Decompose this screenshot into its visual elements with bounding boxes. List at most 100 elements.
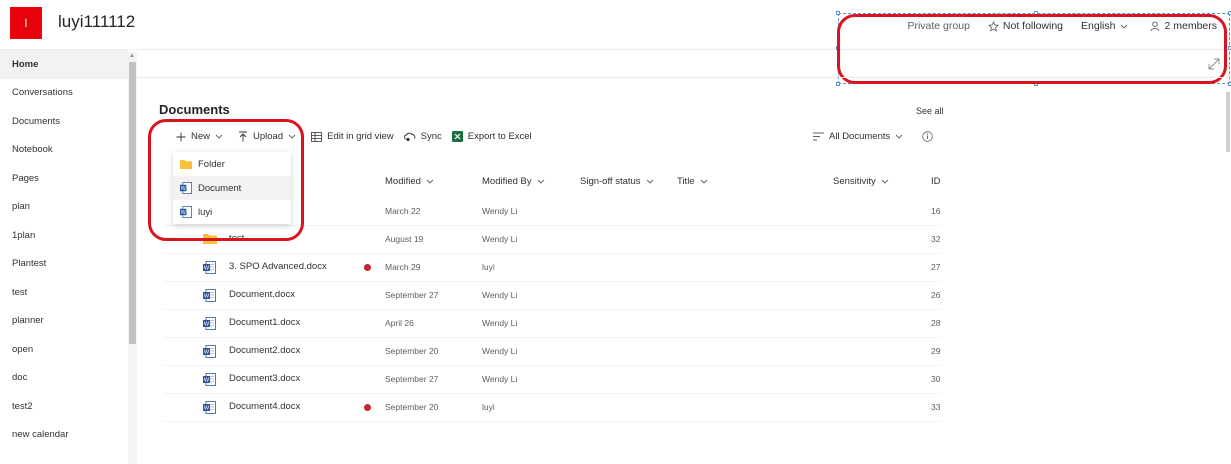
chevron-down-icon [700, 179, 707, 184]
view-controls: All Documents [813, 131, 933, 142]
excel-icon [451, 131, 463, 142]
documents-title: Documents [159, 102, 230, 117]
svg-text:W: W [204, 322, 210, 328]
sync-button[interactable]: Sync [403, 131, 442, 142]
chevron-down-icon [537, 179, 544, 184]
info-icon[interactable] [922, 131, 933, 142]
column-modified[interactable]: Modified [385, 176, 434, 187]
modified-by: Wendy Li [482, 206, 518, 216]
site-logo-letter: l [24, 16, 28, 30]
item-id: 29 [931, 346, 941, 356]
modified-by: Wendy Li [482, 318, 518, 328]
highlight-oval-new-menu [148, 119, 304, 241]
column-id[interactable]: ID [931, 176, 941, 187]
nav-item-documents[interactable]: Documents [0, 107, 128, 136]
nav-item-test2[interactable]: test2 [0, 392, 128, 421]
column-signoff-status[interactable]: Sign-off status [580, 176, 654, 187]
table-row[interactable]: W Document1.docx April 26 Wendy Li 28 [164, 310, 941, 338]
see-all-link[interactable]: See all [916, 106, 944, 116]
modified-by: Wendy Li [482, 346, 518, 356]
table-row[interactable]: W Document2.docx September 20 Wendy Li 2… [164, 338, 941, 366]
column-title[interactable]: Title [677, 176, 708, 187]
word-icon: W [203, 401, 216, 414]
modified-date: September 20 [385, 402, 439, 412]
checkout-status-icon [364, 264, 371, 271]
word-icon: W [203, 289, 216, 302]
file-name[interactable]: Document2.docx [229, 345, 300, 356]
nav-item-planner[interactable]: planner [0, 307, 128, 336]
word-icon: W [203, 317, 216, 330]
modified-date: September 27 [385, 290, 439, 300]
item-id: 16 [931, 206, 941, 216]
chevron-down-icon [881, 179, 889, 184]
nav-item-test[interactable]: test [0, 278, 128, 307]
item-id: 30 [931, 374, 941, 384]
sync-label: Sync [420, 131, 442, 142]
word-icon: W [203, 373, 216, 386]
file-name[interactable]: 3. SPO Advanced.docx [229, 261, 327, 272]
column-title-label: Title [677, 176, 695, 187]
column-id-label: ID [931, 176, 941, 187]
nav-scrollbar-thumb[interactable] [129, 62, 136, 344]
file-name[interactable]: Document.docx [229, 289, 295, 300]
nav-item-open[interactable]: open [0, 335, 128, 364]
nav-item-home[interactable]: Home [0, 50, 128, 79]
modified-date: August 19 [385, 234, 424, 244]
page-scrollbar[interactable] [1226, 92, 1230, 152]
chevron-down-icon [426, 179, 434, 184]
nav-item-plantest[interactable]: Plantest [0, 250, 128, 279]
modified-date: September 20 [385, 346, 439, 356]
modified-by: luyi [482, 402, 495, 412]
file-name[interactable]: Document3.docx [229, 373, 300, 384]
nav-item-doc[interactable]: doc [0, 364, 128, 393]
view-select[interactable]: All Documents [813, 131, 908, 142]
nav-item-pages[interactable]: Pages [0, 164, 128, 193]
export-excel-label: Export to Excel [467, 131, 532, 142]
site-title[interactable]: luyi111112 [58, 12, 135, 32]
modified-date: April 26 [385, 318, 414, 328]
subheader-divider [137, 77, 1231, 78]
left-navigation: Home Conversations Documents Notebook Pa… [0, 50, 128, 464]
item-id: 26 [931, 290, 941, 300]
grid-view-label: Edit in grid view [327, 131, 394, 142]
modified-date: September 27 [385, 374, 439, 384]
file-name[interactable]: Document1.docx [229, 317, 300, 328]
column-sensitivity-label: Sensitivity [833, 176, 876, 187]
nav-item-1plan[interactable]: 1plan [0, 221, 128, 250]
table-row[interactable]: W Document3.docx September 27 Wendy Li 3… [164, 366, 941, 394]
table-row[interactable]: W 3. SPO Advanced.docx March 29 luyi 27 [164, 254, 941, 282]
grid-view-button[interactable]: Edit in grid view [311, 131, 394, 142]
item-id: 27 [931, 262, 941, 272]
svg-text:W: W [204, 350, 210, 356]
word-icon: W [203, 345, 216, 358]
column-signoff-label: Sign-off status [580, 176, 641, 187]
item-id: 28 [931, 318, 941, 328]
nav-scrollbar[interactable]: ▲ [128, 52, 137, 464]
svg-text:W: W [204, 266, 210, 272]
column-modified-label: Modified [385, 176, 421, 187]
export-excel-button[interactable]: Export to Excel [451, 131, 532, 142]
chevron-down-icon [895, 134, 903, 139]
column-modified-by[interactable]: Modified By [482, 176, 545, 187]
column-modified-by-label: Modified By [482, 176, 532, 187]
highlight-oval-header [837, 14, 1227, 84]
grid-icon [311, 131, 323, 142]
item-id: 32 [931, 234, 941, 244]
nav-item-new-calendar[interactable]: new calendar [0, 421, 128, 450]
checkout-status-icon [364, 404, 371, 411]
column-sensitivity[interactable]: Sensitivity [833, 176, 889, 187]
nav-item-plan[interactable]: plan [0, 193, 128, 222]
filter-lines-icon [813, 132, 824, 141]
nav-item-notebook[interactable]: Notebook [0, 136, 128, 165]
modified-by: Wendy Li [482, 234, 518, 244]
view-label: All Documents [829, 131, 891, 142]
site-logo[interactable]: l [10, 7, 42, 39]
table-row[interactable]: W Document4.docx September 20 luyi 33 [164, 394, 941, 422]
modified-by: Wendy Li [482, 290, 518, 300]
scroll-up-icon[interactable]: ▲ [129, 53, 135, 59]
sync-icon [403, 132, 415, 141]
svg-text:W: W [204, 378, 210, 384]
table-row[interactable]: W Document.docx September 27 Wendy Li 26 [164, 282, 941, 310]
nav-item-conversations[interactable]: Conversations [0, 79, 128, 108]
file-name[interactable]: Document4.docx [229, 401, 300, 412]
